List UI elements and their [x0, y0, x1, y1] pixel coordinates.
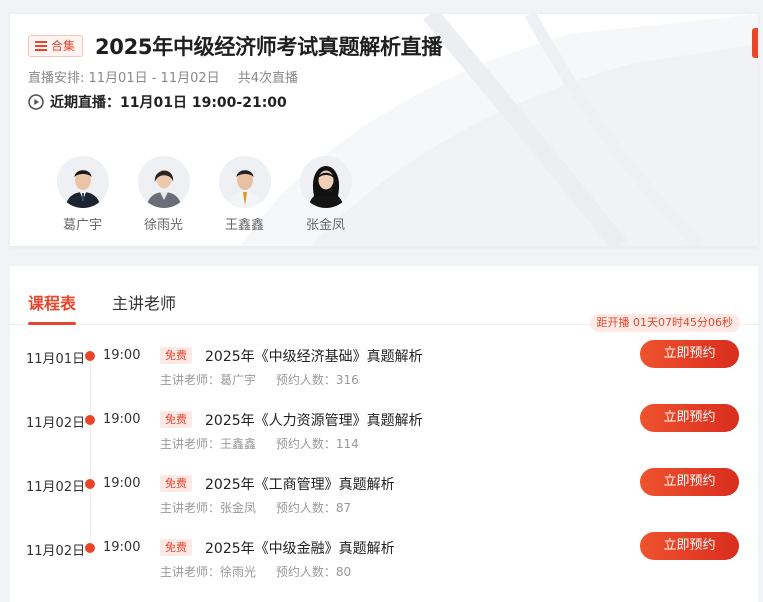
- teacher-item[interactable]: 葛广宇: [42, 156, 123, 233]
- course-title[interactable]: 2025年《中级经济基础》真题解析: [205, 346, 423, 366]
- teacher-item[interactable]: 徐雨光: [123, 156, 204, 233]
- scroll-indicator[interactable]: [752, 28, 758, 58]
- live-count: 共4次直播: [237, 71, 299, 86]
- next-live: 近期直播：11月01日 19:00-21:00: [28, 92, 287, 112]
- book-now-button[interactable]: 立即预约: [640, 404, 739, 432]
- teacher-item[interactable]: 王鑫鑫: [204, 156, 285, 233]
- teacher-name: 徐雨光: [143, 218, 183, 233]
- tab-schedule[interactable]: 课程表: [28, 290, 76, 314]
- session-date: 11月01日: [26, 352, 86, 367]
- book-now-button[interactable]: 立即预约: [640, 468, 739, 496]
- teacher-name: 葛广宇: [62, 218, 102, 233]
- schedule-range: 直播安排: 11月01日 - 11月02日: [28, 71, 220, 86]
- session-row: 11月01日 19:00 免费 2025年《中级经济基础》真题解析 主讲老师：葛…: [10, 340, 758, 400]
- timeline-dot: [85, 479, 95, 489]
- collection-badge: 合集: [28, 35, 84, 57]
- teacher-name: 张金凤: [305, 218, 345, 233]
- course-title[interactable]: 2025年《工商管理》真题解析: [205, 474, 395, 494]
- course-collection-header: 合集 2025年中级经济师考试真题解析直播 直播安排: 11月01日 - 11月…: [10, 14, 758, 246]
- book-now-button[interactable]: 立即预约: [640, 532, 739, 560]
- session-row: 11月02日 19:00 免费 2025年《工商管理》真题解析 主讲老师：张金凤…: [10, 468, 758, 528]
- session-date: 11月02日: [26, 416, 86, 431]
- avatar: [56, 156, 109, 208]
- session-meta: 主讲老师：王鑫鑫 预约人数：114: [160, 435, 359, 452]
- avatar: [299, 156, 352, 208]
- session-meta: 主讲老师：徐雨光 预约人数：80: [160, 563, 351, 580]
- tab-teachers[interactable]: 主讲老师: [112, 290, 176, 314]
- page-title: 2025年中级经济师考试真题解析直播: [95, 35, 443, 59]
- book-now-button[interactable]: 立即预约: [640, 340, 739, 368]
- session-time: 19:00: [103, 476, 141, 491]
- reservation-count: 预约人数：316: [275, 373, 359, 387]
- timeline-dot: [85, 415, 95, 425]
- session-meta: 主讲老师：张金凤 预约人数：87: [160, 499, 351, 516]
- next-live-text: 近期直播：11月01日 19:00-21:00: [50, 95, 287, 111]
- reservation-count: 预约人数：80: [275, 565, 352, 579]
- countdown-badge: 距开播 01天07时45分06秒: [589, 314, 740, 332]
- course-title[interactable]: 2025年《中级金融》真题解析: [205, 538, 395, 558]
- live-schedule: 直播安排: 11月01日 - 11月02日 共4次直播: [28, 67, 298, 86]
- timeline-dot: [85, 543, 95, 553]
- session-time: 19:00: [103, 412, 141, 427]
- session-date: 11月02日: [26, 480, 86, 495]
- teacher-list: 葛广宇 徐雨光 王鑫鑫 张金凤: [42, 156, 366, 233]
- session-teacher: 主讲老师：王鑫鑫: [160, 437, 257, 451]
- badge-label: 合集: [51, 39, 76, 53]
- session-row: 11月02日 19:00 免费 2025年《中级金融》真题解析 主讲老师：徐雨光…: [10, 532, 758, 592]
- session-time: 19:00: [103, 540, 141, 555]
- session-teacher: 主讲老师：葛广宇: [160, 373, 257, 387]
- session-time: 19:00: [103, 348, 141, 363]
- schedule-panel: 课程表 主讲老师 距开播 01天07时45分06秒 11月01日 19:00 免…: [10, 266, 758, 602]
- reservation-count: 预约人数：87: [275, 501, 352, 515]
- free-tag: 免费: [160, 539, 192, 556]
- session-teacher: 主讲老师：张金凤: [160, 501, 257, 515]
- session-row: 11月02日 19:00 免费 2025年《人力资源管理》真题解析 主讲老师：王…: [10, 404, 758, 464]
- free-tag: 免费: [160, 347, 192, 364]
- session-date: 11月02日: [26, 544, 86, 559]
- session-meta: 主讲老师：葛广宇 预约人数：316: [160, 371, 359, 388]
- play-circle-icon: [28, 94, 44, 110]
- free-tag: 免费: [160, 411, 192, 428]
- course-title[interactable]: 2025年《人力资源管理》真题解析: [205, 410, 423, 430]
- timeline-dot: [85, 351, 95, 361]
- active-tab-indicator: [28, 322, 76, 325]
- teacher-item[interactable]: 张金凤: [285, 156, 366, 233]
- reservation-count: 预约人数：114: [275, 437, 359, 451]
- teacher-name: 王鑫鑫: [224, 218, 264, 233]
- free-tag: 免费: [160, 475, 192, 492]
- avatar: [218, 156, 271, 208]
- list-icon: [35, 41, 47, 51]
- session-teacher: 主讲老师：徐雨光: [160, 565, 257, 579]
- avatar: [137, 156, 190, 208]
